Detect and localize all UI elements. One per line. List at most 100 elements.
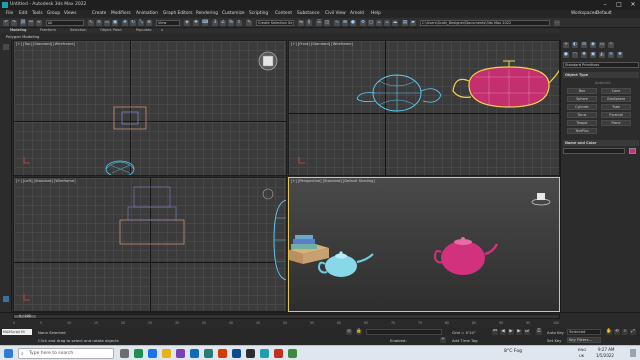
systems-icon[interactable]: ✱ xyxy=(617,52,623,58)
scene-explorer-icon[interactable]: ☰ xyxy=(316,20,322,26)
autogrid-checkbox[interactable]: AutoGrid xyxy=(595,81,625,86)
menu-help[interactable]: Help xyxy=(371,10,381,18)
move-icon[interactable]: ✥ xyxy=(122,20,128,26)
mail-icon[interactable] xyxy=(190,349,199,358)
cone-button[interactable]: Cone xyxy=(601,88,631,94)
isolate-selection-icon[interactable]: ◎ xyxy=(346,329,352,335)
rotate-icon[interactable]: ↻ xyxy=(130,20,136,26)
menu-tools[interactable]: Tools xyxy=(32,10,43,18)
plane-button[interactable]: Plane xyxy=(601,120,631,126)
minimize-button[interactable]: – xyxy=(598,0,612,10)
curve-editor-icon[interactable]: ∿ xyxy=(334,20,340,26)
viewport-layout-tab-icon[interactable] xyxy=(3,44,9,50)
create-tab-icon[interactable]: + xyxy=(563,42,569,48)
mirror-icon[interactable]: ⇋ xyxy=(298,20,304,26)
object-color-swatch[interactable] xyxy=(629,148,636,154)
primitive-category-dropdown[interactable]: Standard Primitives xyxy=(563,62,639,68)
rendered-frame-window-icon[interactable]: ▢ xyxy=(368,20,374,26)
undo-icon[interactable]: ↶ xyxy=(3,20,9,26)
keyboard-shortcut-icon[interactable]: ⌨ xyxy=(202,20,209,26)
percent-snap-icon[interactable]: % xyxy=(228,20,234,26)
place-icon[interactable]: ⊕ xyxy=(146,20,152,26)
motion-tab-icon[interactable]: ◉ xyxy=(590,42,596,48)
pan-icon[interactable]: ✋ xyxy=(606,329,612,335)
menu-graph-editors[interactable]: Graph Editors xyxy=(163,10,193,18)
timeline-ruler[interactable]: 0 5 10 15 20 25 30 35 40 45 50 55 60 65 70 75 80 85 90 95 10… xyxy=(13,320,560,327)
shapes-icon[interactable]: ◠ xyxy=(572,52,578,58)
helpers-icon[interactable]: ◭ xyxy=(599,52,605,58)
teapot-button[interactable]: Teapot xyxy=(567,120,597,126)
illustrator-icon[interactable] xyxy=(246,349,255,358)
windows-start-icon[interactable] xyxy=(4,349,13,358)
xyz-transform-fields[interactable] xyxy=(366,329,442,335)
task-view-icon[interactable] xyxy=(120,349,129,358)
named-selection-sets-dropdown[interactable]: Create Selection Se xyxy=(256,20,294,26)
viewport-left[interactable]: [+] [Left] [Standard] [Wireframe] xyxy=(13,177,287,312)
add-time-tag-button[interactable]: Add Time Tag xyxy=(452,338,477,343)
pivot-center-icon[interactable]: ◈ xyxy=(184,20,190,26)
reference-coordinate-dropdown[interactable]: View xyxy=(156,20,180,26)
auto-key-button[interactable]: Auto Key xyxy=(547,330,564,335)
zoom-icon[interactable]: ⌕ xyxy=(622,329,628,335)
menu-arnold[interactable]: Arnold xyxy=(350,10,364,18)
acrobat-icon[interactable] xyxy=(274,349,283,358)
region-indicator[interactable]: UK xyxy=(579,353,584,358)
menu-scripting[interactable]: Scripting xyxy=(249,10,268,18)
clock-time[interactable]: 9:27 AM xyxy=(598,347,614,352)
time-slider[interactable]: 0 / 100 xyxy=(13,314,560,319)
link-icon[interactable]: ⛓ xyxy=(20,20,26,26)
lights-icon[interactable]: ✺ xyxy=(581,52,587,58)
layer-explorer-icon[interactable]: ◫ xyxy=(324,20,330,26)
taskbar-search-box[interactable]: ⌕ Type here to search xyxy=(18,348,114,359)
object-name-field[interactable] xyxy=(563,148,625,154)
utilities-tab-icon[interactable]: ✧ xyxy=(608,42,614,48)
project-path-field[interactable]: C:\Users\Scott_Designer\Documents\3ds Ma… xyxy=(420,20,550,26)
menu-rendering[interactable]: Rendering xyxy=(196,10,218,18)
select-object-icon[interactable]: ↖ xyxy=(88,20,94,26)
weather-widget[interactable]: 8°C Fog xyxy=(504,349,522,354)
material-editor-icon[interactable]: ● xyxy=(350,20,356,26)
object-type-rollout[interactable]: Object Type xyxy=(563,72,639,78)
hierarchy-tab-icon[interactable]: ⊟ xyxy=(581,42,587,48)
spotify-icon[interactable] xyxy=(288,349,297,358)
menu-customize[interactable]: Customize xyxy=(222,10,245,18)
sphere-button[interactable]: Sphere xyxy=(567,96,597,102)
geometry-icon[interactable]: ● xyxy=(563,52,569,58)
teams-icon[interactable] xyxy=(176,349,185,358)
torus-button[interactable]: Torus xyxy=(567,112,597,118)
photoshop-icon[interactable] xyxy=(232,349,241,358)
menu-substance[interactable]: Substance xyxy=(297,10,319,18)
close-button[interactable]: ✕ xyxy=(626,0,640,10)
play-icon[interactable]: ▶ xyxy=(508,329,514,335)
chrome-icon[interactable] xyxy=(134,349,143,358)
go-to-start-icon[interactable]: ⏮ xyxy=(492,329,498,335)
clock-date[interactable]: 1/5/2022 xyxy=(596,353,614,358)
time-tag-icon[interactable]: + xyxy=(440,337,446,343)
project-browse-icon[interactable]: … xyxy=(554,20,560,26)
previous-frame-icon[interactable]: ◀ xyxy=(500,329,506,335)
viewport-perspective[interactable]: [+] [Perspective] [Standard] [Default Sh… xyxy=(288,177,560,312)
menu-content[interactable]: Content xyxy=(275,10,292,18)
spinner-snap-icon[interactable]: ⇳ xyxy=(236,20,242,26)
a360-icon[interactable]: ▤ xyxy=(402,20,408,26)
notifications-icon[interactable] xyxy=(630,349,636,357)
3dsmax-taskbar-icon[interactable] xyxy=(260,349,269,358)
angle-snap-icon[interactable]: ∠ xyxy=(220,20,226,26)
go-to-end-icon[interactable]: ⏭ xyxy=(524,329,530,335)
orbit-icon[interactable]: ⟲ xyxy=(614,329,620,335)
selected-set-dropdown[interactable]: Selected xyxy=(567,329,601,335)
render-in-cloud-icon[interactable]: ☁ xyxy=(392,20,398,26)
workspaces-dropdown[interactable]: Default xyxy=(596,10,612,18)
set-key-icon[interactable]: ⚿ xyxy=(536,329,542,335)
select-by-name-icon[interactable]: ≡ xyxy=(96,20,102,26)
render-iterative-icon[interactable]: ☕ xyxy=(384,20,390,26)
snaps-toggle-icon[interactable]: 3 xyxy=(212,20,218,26)
select-manipulate-icon[interactable]: ✚ xyxy=(193,20,199,26)
viewport-top[interactable]: [+] [Top] [Standard] [Wireframe] xyxy=(13,40,287,176)
next-frame-icon[interactable]: ▶ xyxy=(516,329,522,335)
language-indicator[interactable]: ENG xyxy=(578,347,586,352)
menu-modifiers[interactable]: Modifiers xyxy=(111,10,131,18)
set-key-button[interactable]: Set Key xyxy=(547,338,561,343)
polygon-modeling-label[interactable]: Polygon Modeling xyxy=(6,33,39,40)
maximize-button[interactable]: □ xyxy=(612,0,626,10)
